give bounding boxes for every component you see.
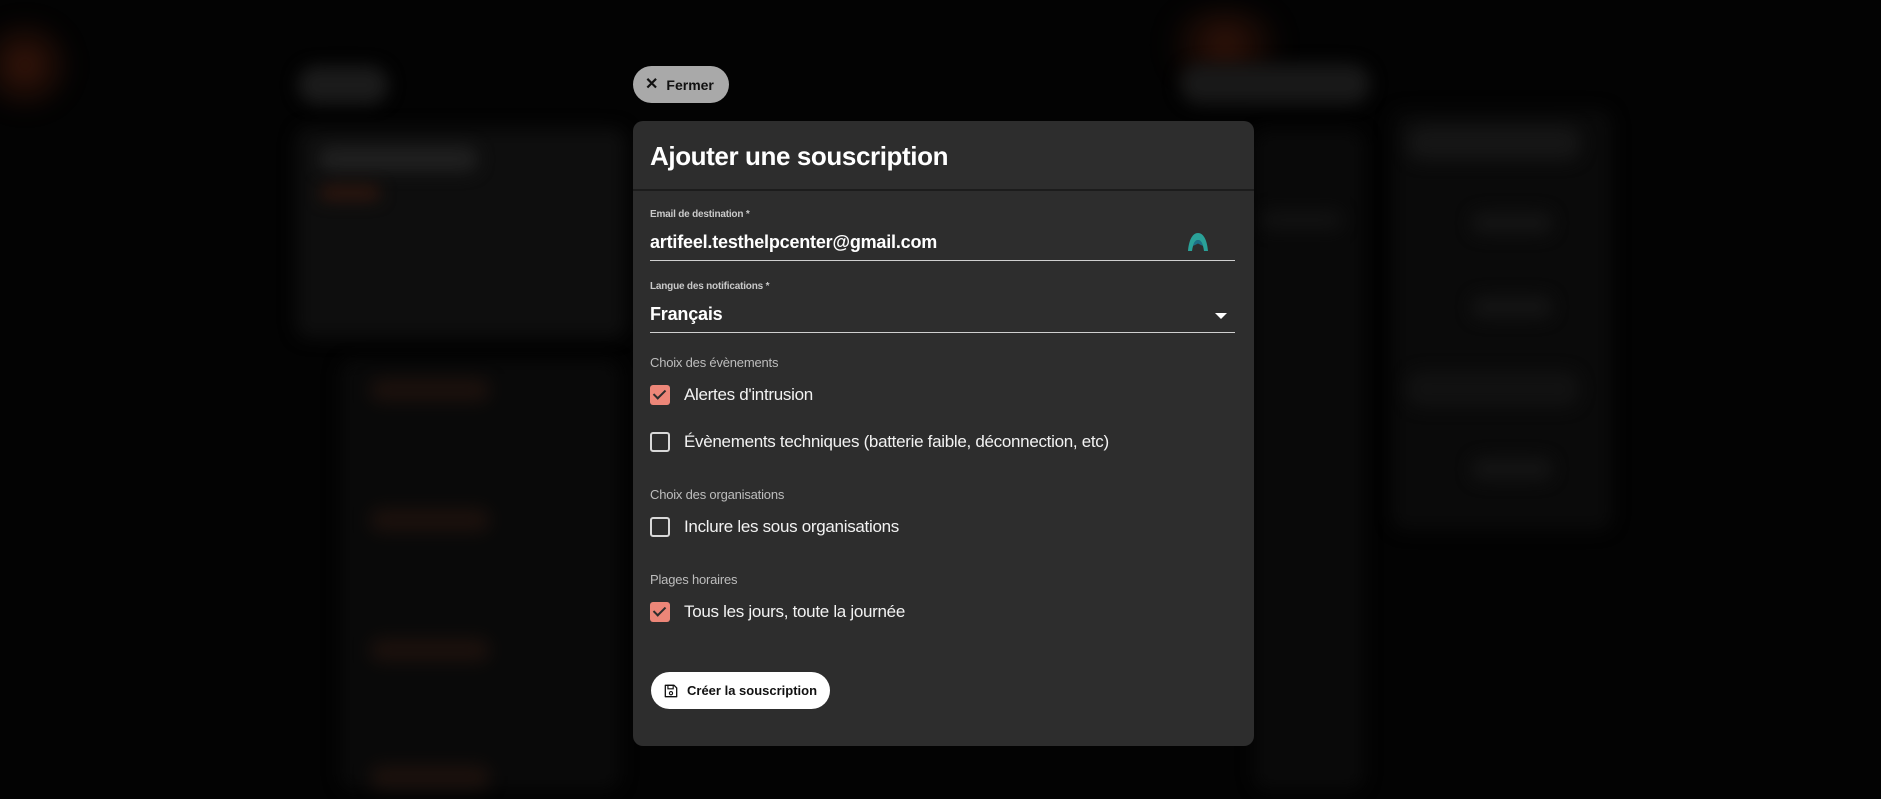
close-icon: ✕: [645, 75, 659, 93]
language-select[interactable]: Langue des notifications * Français: [650, 281, 1235, 333]
create-subscription-label: Créer la souscription: [687, 683, 818, 698]
checkbox-label: Alertes d'intrusion: [684, 385, 813, 404]
checkbox-label: Évènements techniques (batterie faible, …: [684, 432, 1109, 451]
chevron-down-icon[interactable]: [1215, 313, 1227, 319]
checkbox-label: Inclure les sous organisations: [684, 517, 899, 536]
checkbox-checked[interactable]: [650, 602, 670, 622]
checkbox-intrusion-alerts[interactable]: Alertes d'intrusion: [650, 385, 813, 405]
checkbox-unchecked[interactable]: [650, 432, 670, 452]
create-subscription-button[interactable]: Créer la souscription: [651, 672, 830, 709]
checkbox-unchecked[interactable]: [650, 517, 670, 537]
schedule-section-label: Plages horaires: [650, 572, 738, 587]
checkbox-label: Tous les jours, toute la journée: [684, 602, 905, 621]
close-button[interactable]: ✕ Fermer: [633, 66, 729, 103]
email-field[interactable]: Email de destination * artifeel.testhelp…: [650, 209, 1235, 261]
events-section-label: Choix des évènements: [650, 355, 779, 370]
checkbox-checked[interactable]: [650, 385, 670, 405]
organisations-section-label: Choix des organisations: [650, 487, 785, 502]
language-selected-value[interactable]: Français: [650, 304, 723, 325]
checkbox-all-day-every-day[interactable]: Tous les jours, toute la journée: [650, 602, 905, 622]
modal-title: Ajouter une souscription: [650, 141, 949, 171]
extension-icon[interactable]: [1186, 230, 1210, 254]
subscription-modal: Ajouter une souscription Email de destin…: [633, 121, 1254, 746]
checkbox-include-sub-organisations[interactable]: Inclure les sous organisations: [650, 517, 899, 537]
divider: [633, 189, 1254, 191]
save-icon: [664, 684, 678, 697]
close-button-label: Fermer: [666, 76, 714, 93]
email-input[interactable]: artifeel.testhelpcenter@gmail.com: [650, 232, 937, 253]
email-field-label: Email de destination *: [650, 209, 750, 220]
language-underline: [650, 332, 1235, 333]
email-underline: [650, 260, 1235, 261]
checkbox-technical-events[interactable]: Évènements techniques (batterie faible, …: [650, 432, 1109, 452]
language-field-label: Langue des notifications *: [650, 281, 770, 292]
